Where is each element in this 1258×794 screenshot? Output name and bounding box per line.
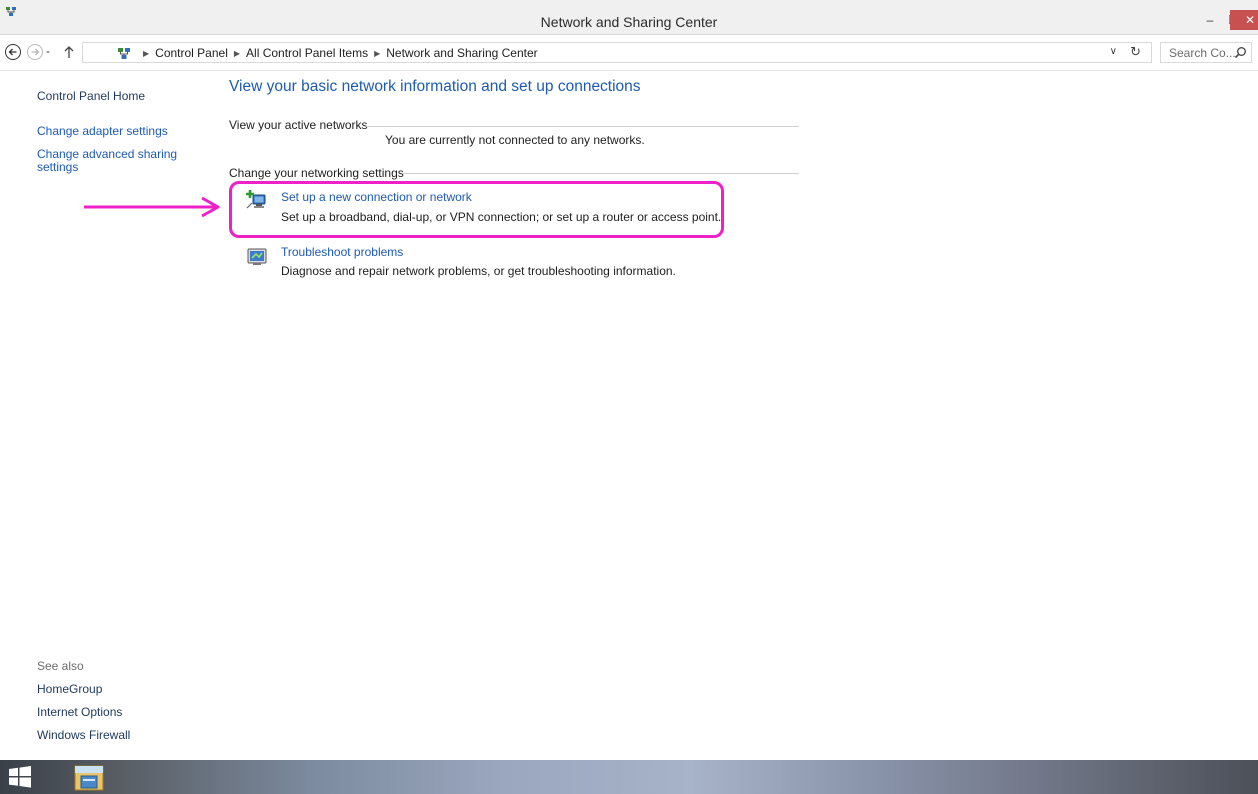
highlight-annotation	[229, 181, 724, 238]
windows-start-icon[interactable]	[8, 766, 32, 788]
breadcrumb: ▶ Control Panel ▶ All Control Panel Items ▶ N…	[137, 46, 538, 61]
address-box[interactable]: ▶ Control Panel ▶ All Control Panel Items ▶ N…	[82, 42, 1152, 63]
breadcrumb-separator-icon: ▶	[374, 49, 381, 58]
search-icon[interactable]	[1234, 46, 1247, 59]
change-adapter-settings-link[interactable]: Change adapter settings	[37, 124, 168, 138]
search-placeholder: Search Co...	[1169, 46, 1236, 60]
troubleshoot-problems-link[interactable]: Troubleshoot problems	[281, 245, 403, 259]
see-also-heading: See also	[37, 659, 84, 673]
breadcrumb-all-items[interactable]: All Control Panel Items	[246, 46, 368, 60]
chevron-down-icon[interactable]: ∨	[1110, 46, 1117, 57]
divider	[366, 126, 799, 127]
back-arrow-icon[interactable]	[4, 43, 22, 61]
internet-options-link[interactable]: Internet Options	[37, 705, 122, 719]
chevron-down-icon[interactable]	[44, 43, 56, 61]
change-advanced-sharing-link[interactable]: Change advanced sharing settings	[37, 148, 187, 174]
breadcrumb-network-sharing[interactable]: Network and Sharing Center	[386, 46, 537, 60]
control-panel-home-link[interactable]: Control Panel Home	[37, 89, 145, 103]
breadcrumb-control-panel[interactable]: Control Panel	[155, 46, 228, 60]
forward-arrow-icon[interactable]	[26, 43, 44, 61]
windows-firewall-link[interactable]: Windows Firewall	[37, 728, 130, 742]
pointer-arrow-annotation	[84, 196, 220, 218]
connection-status-text: You are currently not connected to any n…	[385, 133, 645, 147]
minimize-button[interactable]: –	[1198, 10, 1222, 30]
taskbar	[0, 760, 1258, 794]
page-title: View your basic network information and …	[229, 78, 641, 95]
network-icon	[118, 48, 130, 59]
divider	[0, 70, 1258, 71]
up-arrow-icon[interactable]	[60, 43, 78, 61]
divider	[403, 173, 799, 174]
homegroup-link[interactable]: HomeGroup	[37, 682, 102, 696]
breadcrumb-separator-icon: ▶	[233, 49, 241, 58]
active-networks-heading: View your active networks	[229, 118, 368, 132]
troubleshoot-icon[interactable]	[246, 246, 268, 268]
close-button[interactable]: ✕	[1230, 10, 1258, 30]
window-title: Network and Sharing Center	[540, 14, 718, 30]
change-settings-heading: Change your networking settings	[229, 166, 404, 180]
title-bar: Network and Sharing Center – ❐ ✕	[0, 0, 1258, 35]
refresh-icon[interactable]: ↻	[1130, 44, 1141, 60]
breadcrumb-separator-icon: ▶	[143, 49, 150, 58]
file-explorer-icon[interactable]	[72, 762, 106, 792]
troubleshoot-problems-description: Diagnose and repair network problems, or…	[281, 264, 676, 278]
address-row: ▶ Control Panel ▶ All Control Panel Items ▶ N…	[0, 36, 1258, 70]
search-input[interactable]: Search Co...	[1160, 42, 1252, 63]
